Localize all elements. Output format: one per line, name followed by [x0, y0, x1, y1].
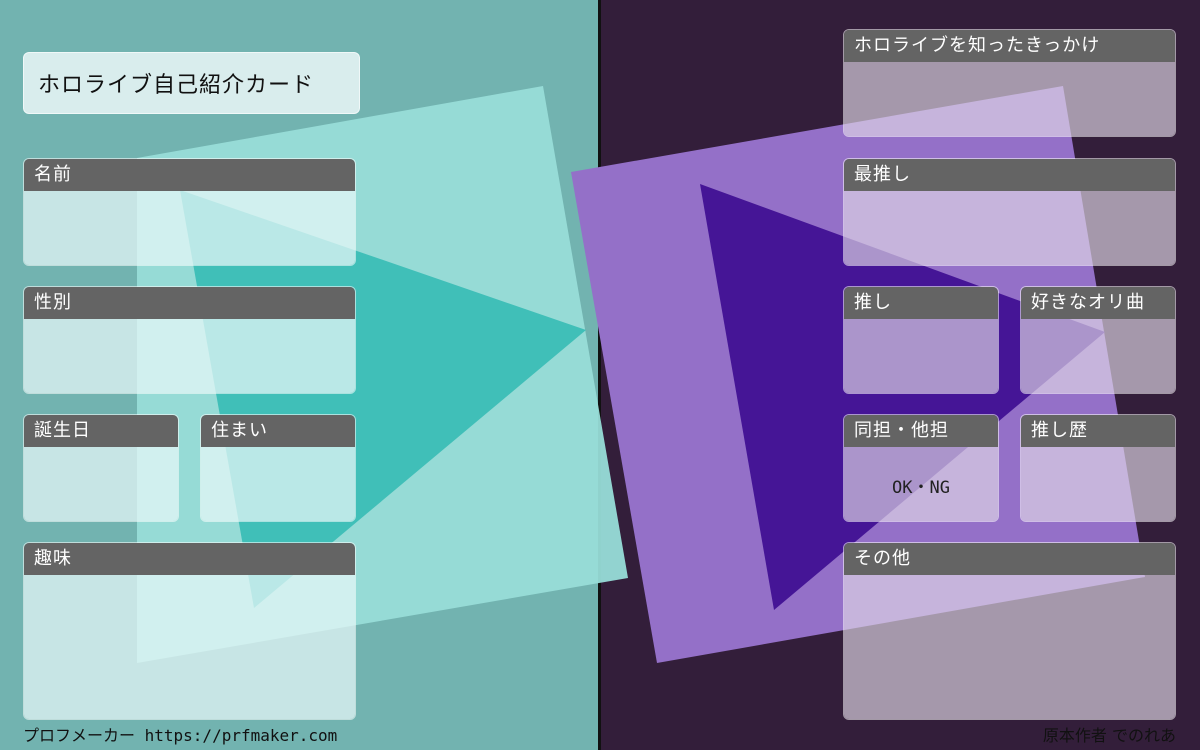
ok-ng-choice[interactable]: OK・NG: [844, 473, 998, 498]
gender-field[interactable]: 性別: [23, 286, 356, 394]
top-oshi-input-area[interactable]: [844, 191, 1175, 265]
oshi-label: 推し: [844, 287, 998, 319]
oshi-history-label: 推し歴: [1021, 415, 1175, 447]
residence-label: 住まい: [201, 415, 355, 447]
oshi-history-input-area[interactable]: [1021, 447, 1175, 521]
how-found-input-area[interactable]: [844, 62, 1175, 136]
favorite-song-field[interactable]: 好きなオリ曲: [1020, 286, 1176, 394]
other-input-area[interactable]: [844, 575, 1175, 719]
gender-label: 性別: [24, 287, 355, 319]
hobby-label: 趣味: [24, 543, 355, 575]
hobby-field[interactable]: 趣味: [23, 542, 356, 720]
favorite-song-input-area[interactable]: [1021, 319, 1175, 393]
name-input-area[interactable]: [24, 191, 355, 265]
hobby-input-area[interactable]: [24, 575, 355, 719]
birthday-field[interactable]: 誕生日: [23, 414, 179, 522]
top-oshi-label: 最推し: [844, 159, 1175, 191]
oshi-input-area[interactable]: [844, 319, 998, 393]
how-found-field[interactable]: ホロライブを知ったきっかけ: [843, 29, 1176, 137]
other-label: その他: [844, 543, 1175, 575]
other-field[interactable]: その他: [843, 542, 1176, 720]
footer-maker-credit: プロフメーカー https://prfmaker.com: [23, 726, 338, 745]
same-other-fan-input-area[interactable]: OK・NG: [844, 447, 998, 521]
name-field[interactable]: 名前: [23, 158, 356, 266]
oshi-history-field[interactable]: 推し歴: [1020, 414, 1176, 522]
gender-input-area[interactable]: [24, 319, 355, 393]
how-found-label: ホロライブを知ったきっかけ: [844, 30, 1175, 62]
card-title: ホロライブ自己紹介カード: [23, 52, 360, 114]
same-other-fan-label: 同担・他担: [844, 415, 998, 447]
birthday-input-area[interactable]: [24, 447, 178, 521]
birthday-label: 誕生日: [24, 415, 178, 447]
residence-input-area[interactable]: [201, 447, 355, 521]
top-oshi-field[interactable]: 最推し: [843, 158, 1176, 266]
same-other-fan-field[interactable]: 同担・他担 OK・NG: [843, 414, 999, 522]
name-label: 名前: [24, 159, 355, 191]
favorite-song-label: 好きなオリ曲: [1021, 287, 1175, 319]
footer-author-credit: 原本作者 でのれあ: [1042, 726, 1176, 745]
oshi-field[interactable]: 推し: [843, 286, 999, 394]
residence-field[interactable]: 住まい: [200, 414, 356, 522]
